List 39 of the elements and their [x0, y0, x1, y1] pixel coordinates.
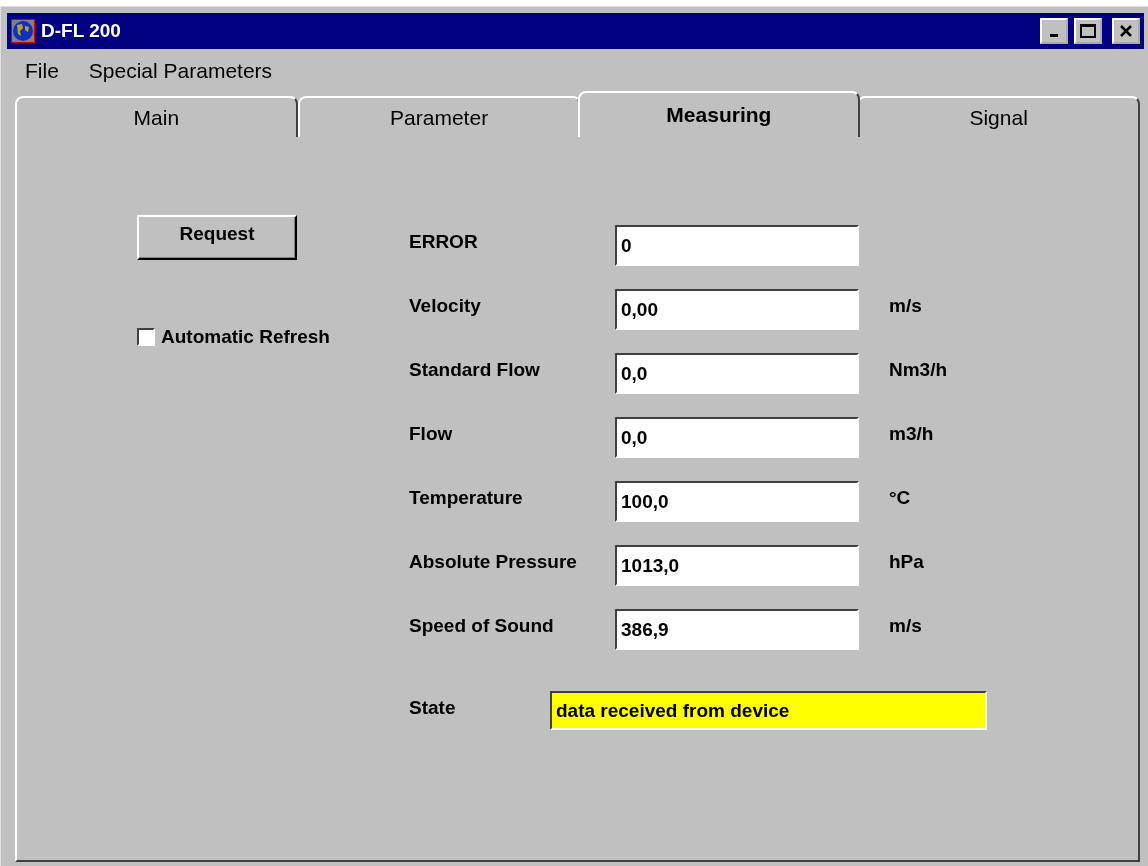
- value-field[interactable]: 0,0: [615, 417, 859, 458]
- field-label: Speed of Sound: [409, 614, 555, 637]
- unit-label: m/s: [888, 294, 923, 317]
- value-field[interactable]: 386,9: [615, 609, 859, 650]
- value-field[interactable]: 0,0: [615, 353, 859, 394]
- value-field[interactable]: 0,00: [615, 289, 859, 330]
- unit-label: m/s: [888, 614, 923, 637]
- value-field[interactable]: 1013,0: [615, 545, 859, 586]
- unit-label: m3/h: [888, 422, 935, 445]
- close-button[interactable]: [1112, 18, 1140, 44]
- field-label: Absolute Pressure: [409, 550, 578, 573]
- menu-item[interactable]: Special Parameters: [88, 59, 273, 83]
- minimize-button[interactable]: [1040, 18, 1068, 44]
- field-label: Velocity: [409, 294, 482, 317]
- value-field[interactable]: 100,0: [615, 481, 859, 522]
- state-field: data received from device: [550, 691, 987, 730]
- checkbox[interactable]: [137, 328, 155, 346]
- window-title: D-FL 200: [41, 20, 121, 42]
- tab[interactable]: Main: [15, 96, 298, 137]
- field-label: Temperature: [409, 486, 524, 509]
- close-icon: [1119, 25, 1133, 37]
- unit-label: Nm3/h: [888, 358, 949, 381]
- maximize-icon: [1080, 24, 1096, 38]
- globe-icon: [11, 19, 35, 43]
- tab[interactable]: Measuring: [577, 91, 861, 137]
- state-label: State: [409, 696, 457, 720]
- value-field[interactable]: 0: [615, 225, 859, 266]
- maximize-button[interactable]: [1074, 18, 1102, 44]
- tab[interactable]: Signal: [857, 96, 1140, 137]
- minimize-icon: [1050, 34, 1058, 37]
- unit-label: °C: [888, 486, 912, 509]
- unit-label: hPa: [888, 550, 925, 573]
- field-label: Flow: [409, 422, 454, 445]
- menu-item[interactable]: File: [25, 59, 59, 83]
- field-label: ERROR: [409, 230, 479, 253]
- request-button[interactable]: Request: [137, 215, 297, 260]
- checkbox-label: Automatic Refresh: [161, 326, 330, 348]
- field-label: Standard Flow: [409, 358, 541, 381]
- tab[interactable]: Parameter: [297, 96, 581, 137]
